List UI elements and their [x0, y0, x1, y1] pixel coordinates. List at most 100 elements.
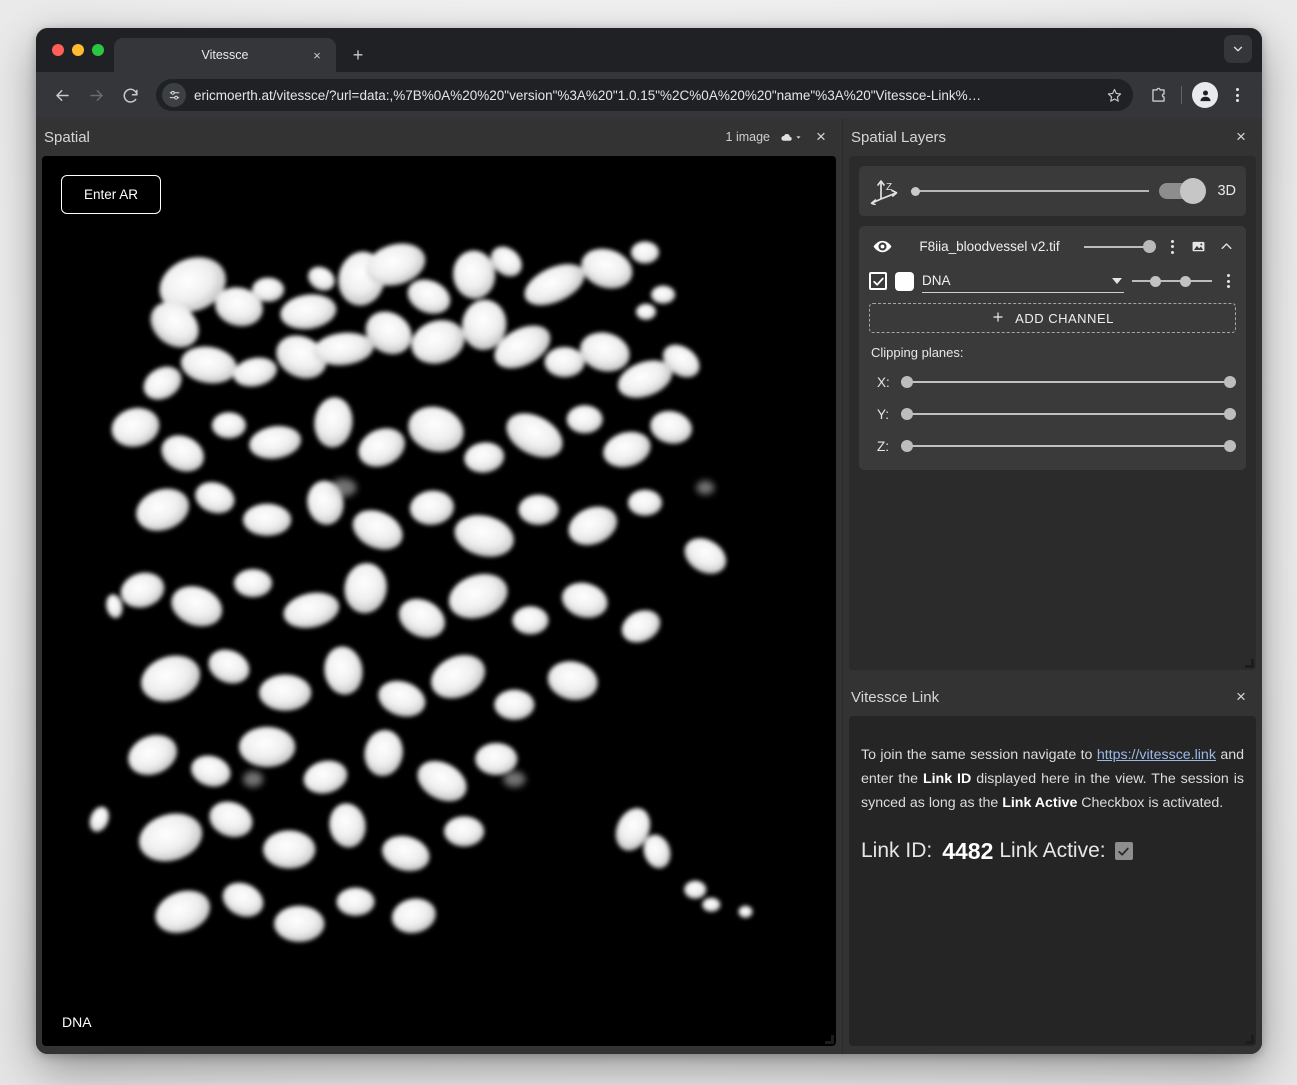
clipping-plane-x-row: X:: [869, 366, 1236, 398]
chevron-down-icon: [1233, 46, 1243, 52]
axis-glyph: Z: [870, 180, 898, 206]
link-active-checkbox[interactable]: [1114, 842, 1133, 861]
z-slice-slider[interactable]: [911, 184, 1150, 198]
profile-button[interactable]: [1192, 82, 1218, 108]
link-id-row: Link ID: 4482 Link Active:: [861, 838, 1244, 865]
check-icon: [1118, 847, 1129, 856]
plus-icon: [991, 310, 1005, 327]
slider-track: [901, 413, 1236, 415]
site-settings-icon[interactable]: [162, 83, 186, 107]
vitessce-link-url[interactable]: https://vitessce.link: [1097, 747, 1216, 763]
clipping-plane-y-slider[interactable]: [901, 407, 1236, 421]
slider-knob-low[interactable]: [1149, 275, 1161, 287]
spatial-layers-body: Z 3D F8iia_bloodvessel v2.tif DNA ADD CH…: [849, 156, 1256, 670]
spatial-layers-header: Spatial Layers ×: [843, 118, 1262, 156]
slider-knob[interactable]: [911, 186, 920, 196]
minimize-window-button[interactable]: [72, 44, 84, 56]
layer-name-label: F8iia_bloodvessel v2.tif: [919, 239, 1060, 254]
address-bar[interactable]: ericmoerth.at/vitessce/?url=data:,%7B%0A…: [156, 79, 1133, 111]
layer-header-row: F8iia_bloodvessel v2.tif: [869, 234, 1236, 265]
cloud-download-icon[interactable]: [780, 126, 802, 148]
spatial-layers-panel: Spatial Layers × Z 3D F8iia_bloodvessel …: [843, 118, 1262, 678]
eye-icon[interactable]: [869, 236, 895, 257]
slider-track: [901, 445, 1236, 447]
new-tab-button[interactable]: +: [344, 41, 372, 69]
person-icon: [1200, 90, 1210, 101]
browser-menu-button[interactable]: [1222, 80, 1252, 110]
slider-knob[interactable]: [1143, 240, 1156, 253]
resize-handle[interactable]: [1243, 1033, 1254, 1044]
slider-knob-low[interactable]: [901, 408, 913, 420]
channel-contrast-slider[interactable]: [1132, 274, 1212, 288]
link-id-label: Link ID:: [861, 839, 933, 863]
slider-knob-high[interactable]: [1180, 275, 1191, 287]
eye-glyph: [873, 240, 891, 253]
spatial-canvas[interactable]: Enter AR DNA: [42, 156, 836, 1046]
channel-caption-label: DNA: [62, 1014, 92, 1030]
back-arrow-icon: [55, 89, 69, 101]
slider-knob-high[interactable]: [1224, 376, 1236, 388]
z-axis-icon: Z: [869, 177, 901, 206]
enter-ar-button[interactable]: Enter AR: [61, 175, 162, 214]
slider-knob-high[interactable]: [1224, 408, 1236, 420]
vitessce-link-panel: Vitessce Link × To join the same session…: [843, 678, 1262, 1054]
close-spatial-panel-button[interactable]: ×: [808, 124, 834, 150]
layer-opacity-slider[interactable]: [1084, 240, 1156, 254]
clipping-planes-title: Clipping planes:: [871, 345, 964, 360]
close-window-button[interactable]: [52, 44, 64, 56]
vitessce-link-header: Vitessce Link ×: [843, 678, 1262, 716]
resize-handle[interactable]: [823, 1033, 834, 1044]
image-count-label: 1 image: [725, 130, 770, 144]
resize-handle[interactable]: [1243, 657, 1254, 668]
puzzle-icon: [1151, 87, 1165, 102]
clipping-plane-y-label: Y:: [877, 406, 890, 422]
link-active-bold: Link Active: [1002, 794, 1078, 811]
close-icon[interactable]: ×: [308, 46, 326, 64]
channel-visibility-checkbox[interactable]: [869, 272, 887, 290]
back-button[interactable]: [46, 79, 78, 111]
browser-toolbar: ericmoerth.at/vitessce/?url=data:,%7B%0A…: [36, 72, 1262, 118]
close-link-panel-button[interactable]: ×: [1228, 684, 1254, 710]
link-desc-part1: To join the same session navigate to: [861, 747, 1097, 764]
channel-menu-button[interactable]: [1220, 274, 1236, 288]
clipping-plane-x-label: X:: [877, 374, 890, 390]
maximize-window-button[interactable]: [92, 44, 104, 56]
dimension-toggle[interactable]: [1159, 178, 1207, 204]
channel-row: DNA: [869, 265, 1236, 299]
channel-select[interactable]: DNA: [922, 269, 1124, 293]
channel-color-swatch[interactable]: [895, 271, 914, 291]
slider-track: [911, 190, 1150, 192]
vitessce-app: Spatial 1 image × Enter AR DNA Spatial L…: [36, 118, 1262, 1054]
link-id-bold: Link ID: [922, 771, 972, 788]
reload-icon: [123, 88, 138, 103]
close-layers-panel-button[interactable]: ×: [1228, 124, 1254, 150]
tab-strip: Vitessce × +: [36, 28, 1262, 72]
forward-button[interactable]: [80, 79, 112, 111]
extensions-button[interactable]: [1143, 80, 1173, 110]
slider-track: [901, 381, 1236, 383]
slider-knob-high[interactable]: [1224, 440, 1236, 452]
reload-button[interactable]: [114, 79, 146, 111]
clipping-plane-x-slider[interactable]: [901, 375, 1236, 389]
image-icon[interactable]: [1188, 239, 1208, 254]
forward-arrow-icon: [89, 89, 103, 101]
right-column: Spatial Layers × Z 3D F8iia_bloodvessel …: [842, 118, 1262, 1054]
add-channel-button[interactable]: ADD CHANNEL: [869, 303, 1236, 333]
tab-search-button[interactable]: [1224, 35, 1252, 63]
url-text: ericmoerth.at/vitessce/?url=data:,%7B%0A…: [194, 87, 982, 103]
slider-knob-low[interactable]: [901, 376, 913, 388]
vitessce-link-title: Vitessce Link: [851, 688, 940, 706]
slider-track: [1132, 280, 1212, 282]
bookmark-star-icon[interactable]: [1101, 82, 1127, 108]
check-icon: [872, 277, 884, 286]
dimension-mode-row: Z 3D: [869, 174, 1236, 208]
clipping-plane-y-row: Y:: [869, 398, 1236, 430]
layer-menu-button[interactable]: [1164, 239, 1180, 254]
collapse-layer-button[interactable]: [1216, 239, 1236, 254]
dimension-mode-label: 3D: [1217, 183, 1236, 199]
chevron-down-icon: [1112, 277, 1122, 284]
slider-knob-low[interactable]: [901, 440, 913, 452]
browser-tab[interactable]: Vitessce ×: [114, 38, 336, 72]
link-description: To join the same session navigate to htt…: [861, 744, 1244, 816]
clipping-plane-z-slider[interactable]: [901, 439, 1236, 453]
